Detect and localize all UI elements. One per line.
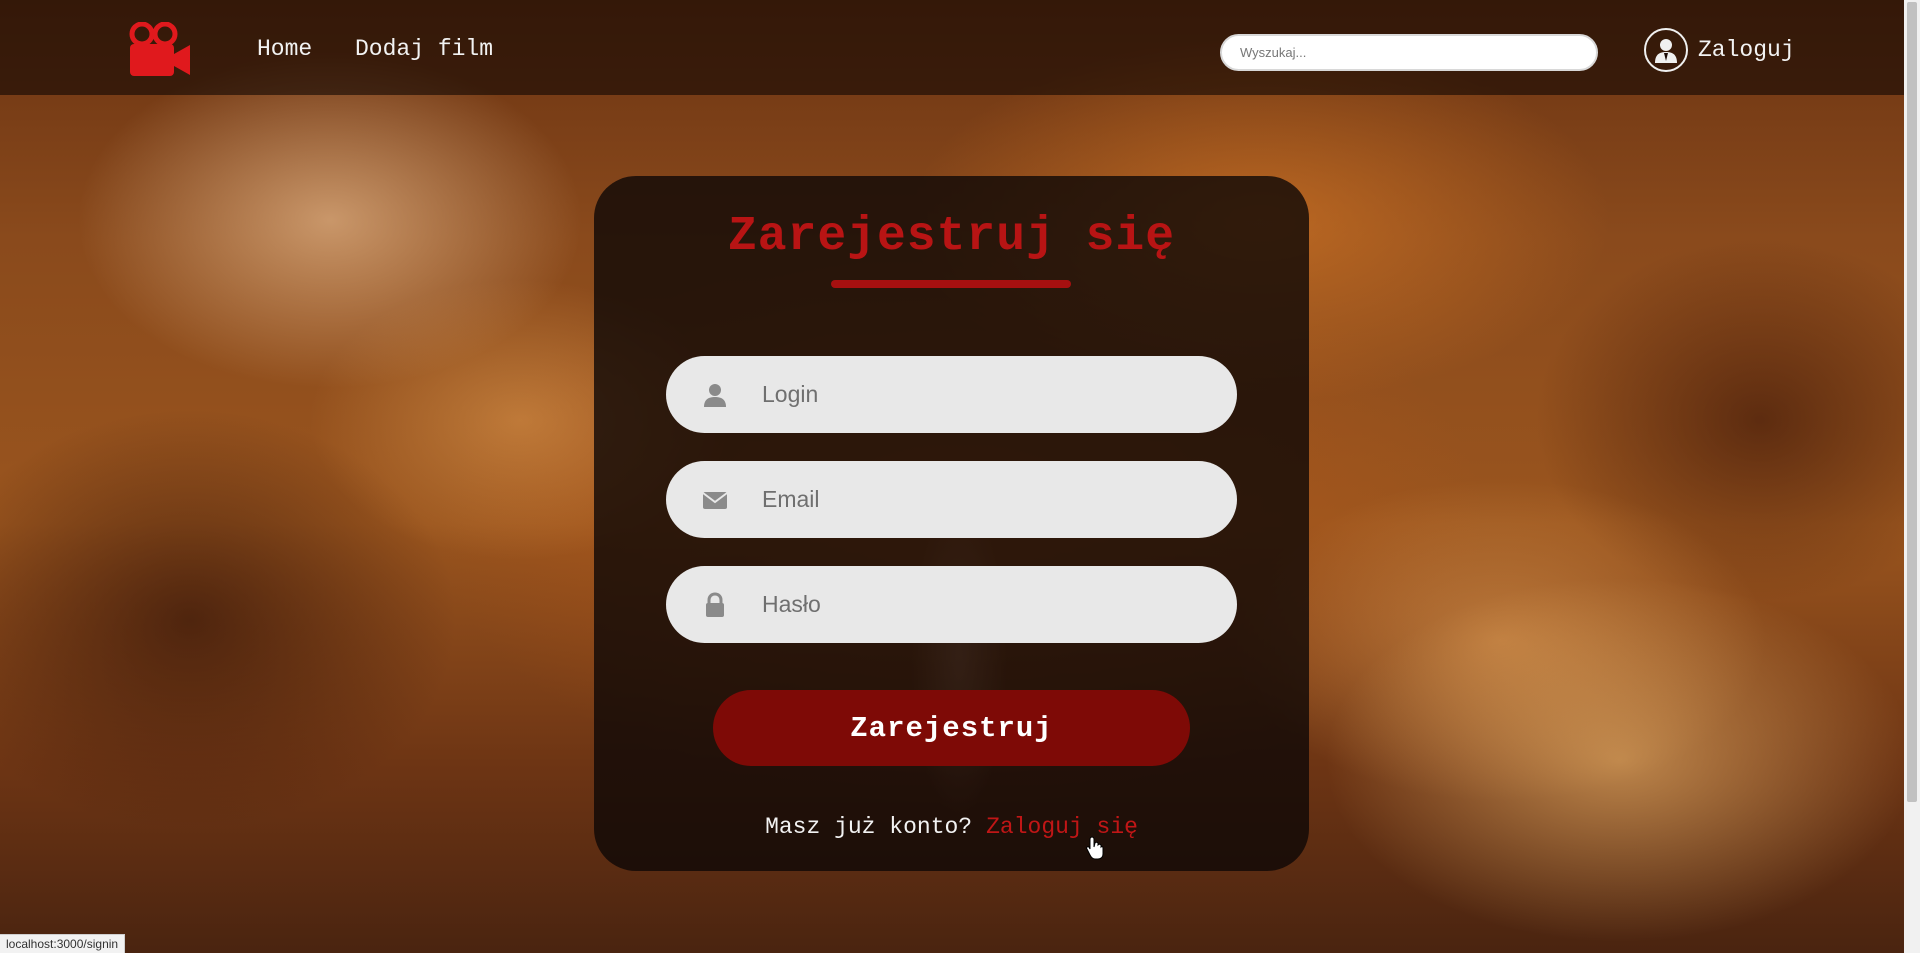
account-prompt-line: Masz już konto? Zaloguj się bbox=[594, 814, 1309, 840]
user-icon bbox=[704, 384, 726, 407]
movie-camera-icon[interactable] bbox=[128, 22, 190, 76]
nav-home-link[interactable]: Home bbox=[257, 36, 312, 62]
hand-cursor-icon bbox=[1086, 836, 1104, 860]
user-icon bbox=[1644, 28, 1688, 72]
account-prompt-text: Masz już konto? bbox=[765, 814, 973, 840]
search-input[interactable] bbox=[1220, 34, 1598, 71]
email-field[interactable] bbox=[666, 461, 1237, 538]
title-underline bbox=[831, 280, 1071, 288]
status-bar-url: localhost:3000/signin bbox=[0, 934, 126, 953]
login-button[interactable]: Zaloguj bbox=[1644, 26, 1795, 74]
top-navbar: Home Dodaj film Zaloguj bbox=[0, 0, 1904, 95]
page-scrollbar[interactable] bbox=[1904, 0, 1920, 953]
login-input[interactable] bbox=[762, 356, 1202, 433]
lock-icon bbox=[706, 592, 724, 617]
register-card: Zarejestruj się Zarejestruj Masz już kon… bbox=[594, 176, 1309, 871]
nav-add-movie-link[interactable]: Dodaj film bbox=[355, 36, 493, 62]
password-field[interactable] bbox=[666, 566, 1237, 643]
login-field[interactable] bbox=[666, 356, 1237, 433]
scrollbar-thumb[interactable] bbox=[1907, 2, 1917, 802]
signin-link[interactable]: Zaloguj się bbox=[986, 814, 1138, 840]
password-input[interactable] bbox=[762, 566, 1202, 643]
envelope-icon bbox=[702, 492, 728, 509]
register-button[interactable]: Zarejestruj bbox=[713, 690, 1190, 766]
email-input[interactable] bbox=[762, 461, 1202, 538]
page-title: Zarejestruj się bbox=[727, 210, 1176, 264]
login-label: Zaloguj bbox=[1698, 37, 1795, 63]
